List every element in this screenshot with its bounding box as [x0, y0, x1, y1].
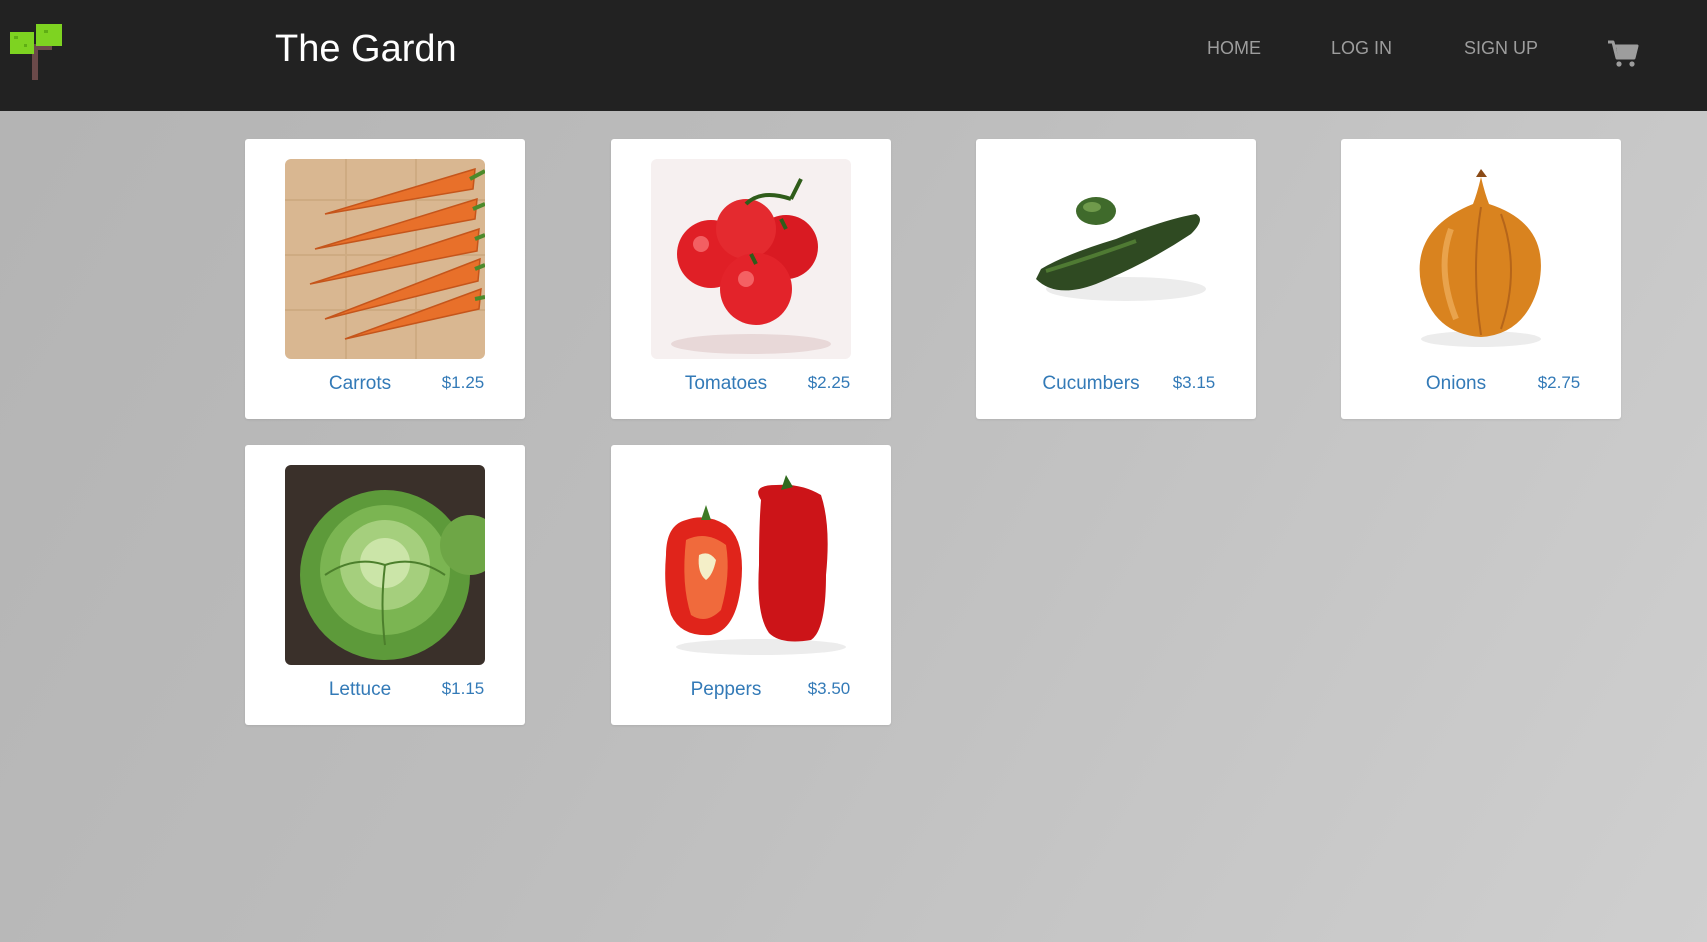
product-card-peppers[interactable]: Peppers $3.50: [611, 445, 891, 725]
carrots-image[interactable]: [285, 159, 485, 359]
product-card-lettuce[interactable]: Lettuce $1.15: [245, 445, 525, 725]
product-price: $2.25: [807, 373, 851, 392]
product-price: $3.15: [1172, 373, 1216, 392]
product-card-cucumbers[interactable]: Cucumbers $3.15: [976, 139, 1256, 419]
product-name[interactable]: Cucumbers: [1036, 373, 1146, 395]
nav-signup-link[interactable]: SIGN UP: [1464, 38, 1538, 59]
navbar: The Gardn HOME LOG IN SIGN UP: [0, 0, 1707, 111]
peppers-image[interactable]: [651, 465, 851, 665]
product-price: $2.75: [1537, 373, 1581, 392]
product-name[interactable]: Peppers: [671, 679, 781, 701]
shopping-cart-icon[interactable]: [1607, 37, 1639, 69]
lettuce-image[interactable]: [285, 465, 485, 665]
product-price: $1.25: [441, 373, 485, 392]
product-card-onions[interactable]: Onions $2.75: [1341, 139, 1621, 419]
product-price: $3.50: [807, 679, 851, 698]
cucumbers-image[interactable]: [1016, 159, 1216, 359]
product-name[interactable]: Lettuce: [305, 679, 415, 701]
product-card-carrots[interactable]: Carrots $1.25: [245, 139, 525, 419]
product-name[interactable]: Tomatoes: [671, 373, 781, 395]
onion-image[interactable]: [1381, 159, 1581, 359]
product-name[interactable]: Onions: [1401, 373, 1511, 395]
nav-login-link[interactable]: LOG IN: [1331, 38, 1392, 59]
product-card-tomatoes[interactable]: Tomatoes $2.25: [611, 139, 891, 419]
nav-home-link[interactable]: HOME: [1207, 38, 1261, 59]
tomatoes-image[interactable]: [651, 159, 851, 359]
brand-title[interactable]: The Gardn: [275, 28, 457, 71]
product-name[interactable]: Carrots: [305, 373, 415, 395]
tree-logo-icon[interactable]: [8, 22, 64, 82]
product-price: $1.15: [441, 679, 485, 698]
